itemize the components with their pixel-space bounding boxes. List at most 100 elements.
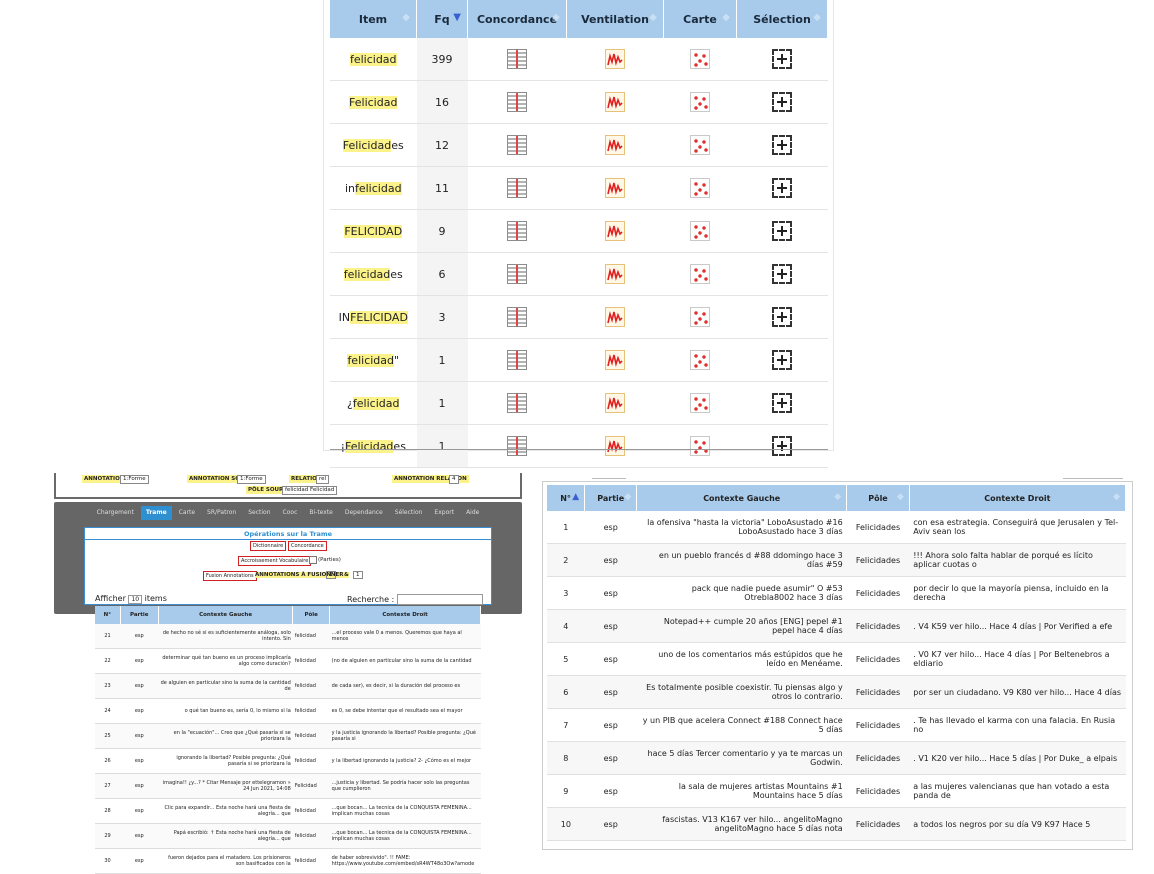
tab-bi-texte[interactable]: Bi-texte xyxy=(304,506,337,520)
tab-section[interactable]: Section xyxy=(243,506,275,520)
map-icon[interactable] xyxy=(690,436,710,456)
item-cell[interactable]: INFELICIDAD xyxy=(330,295,417,339)
tab-export[interactable]: Export xyxy=(429,506,459,520)
selection-icon[interactable] xyxy=(772,393,792,413)
row-contexte-droit: !!! Ahora solo falta hablar de porqué es… xyxy=(909,543,1126,577)
accroissement-button[interactable]: Accroissement Vocabulaire xyxy=(238,556,312,566)
map-icon[interactable] xyxy=(690,221,710,241)
header-n[interactable]: N° xyxy=(95,606,121,624)
header-concordance[interactable]: Concordance ◆ xyxy=(467,0,567,38)
concordance-icon[interactable] xyxy=(507,436,527,456)
pole-source-input[interactable]: felicidad Felicidad xyxy=(282,486,338,495)
item-cell[interactable]: ¿felicidad xyxy=(330,381,417,425)
ventilation-icon[interactable] xyxy=(605,178,625,198)
table-row: 22 esp determinar qué tan bueno es un proc… xyxy=(95,648,481,674)
item-highlight: felicidad xyxy=(343,267,391,281)
dictionnaire-button[interactable]: Dictionnaire xyxy=(250,541,287,551)
header-pole[interactable]: Pôle ◆ xyxy=(846,485,910,511)
sortie-select[interactable]: 1:Forme xyxy=(237,475,266,484)
header-item[interactable]: Item ◆ xyxy=(330,0,417,38)
selection-icon[interactable] xyxy=(772,49,792,69)
tab-dependance[interactable]: Dependance xyxy=(340,506,388,520)
concordance-icon[interactable] xyxy=(507,393,527,413)
fusion-b-select[interactable]: 1 xyxy=(353,571,363,579)
item-cell[interactable]: felicidad xyxy=(330,38,417,81)
map-icon[interactable] xyxy=(690,393,710,413)
table-row: 25 esp en la "ecuación"... Creo que ¿Qué p… xyxy=(95,723,481,749)
header-selection[interactable]: Sélection ◆ xyxy=(736,0,828,38)
ventilation-icon[interactable] xyxy=(605,350,625,370)
ventilation-icon[interactable] xyxy=(605,307,625,327)
header-carte[interactable]: Carte ◆ xyxy=(663,0,737,38)
annotation-select[interactable]: 1:Forme xyxy=(120,475,149,484)
concordance-icon[interactable] xyxy=(507,178,527,198)
page-length-select[interactable]: 10 xyxy=(128,595,143,604)
header-pole[interactable]: Pôle xyxy=(292,606,331,624)
ventilation-icon[interactable] xyxy=(605,393,625,413)
item-cell[interactable]: felicidades xyxy=(330,252,417,296)
fusion-button[interactable]: Fusion Annotations xyxy=(203,571,257,581)
relation-annotation-input[interactable]: 4 xyxy=(449,475,459,484)
map-icon[interactable] xyxy=(690,92,710,112)
header-partie[interactable]: Partie ◆ xyxy=(584,485,638,511)
header-fq[interactable]: Fq ▼ xyxy=(416,0,468,38)
concordance-table: N° ▲ Partie ◆ Contexte Gauche ◆ Pôle ◆ Conte… xyxy=(547,485,1127,841)
tab-trame[interactable]: Trame xyxy=(140,506,172,520)
item-cell[interactable]: Felicidades xyxy=(330,123,417,167)
item-cell[interactable]: infelicidad xyxy=(330,166,417,210)
tab-chargement[interactable]: Chargement xyxy=(92,506,139,520)
fusion-a-select[interactable]: 1 xyxy=(326,571,336,579)
tab-s-lection[interactable]: Sélection xyxy=(390,506,428,520)
ventilation-icon[interactable] xyxy=(605,135,625,155)
item-cell[interactable]: FELICIDAD xyxy=(330,209,417,253)
map-icon[interactable] xyxy=(690,49,710,69)
tab-cooc[interactable]: Cooc xyxy=(278,506,303,520)
selection-icon[interactable] xyxy=(772,221,792,241)
ventilation-icon[interactable] xyxy=(605,92,625,112)
header-contexte-gauche[interactable]: Contexte Gauche ◆ xyxy=(636,485,848,511)
header-contexte-gauche[interactable]: Contexte Gauche xyxy=(158,606,294,624)
header-partie[interactable]: Partie xyxy=(120,606,159,624)
concordance-icon[interactable] xyxy=(507,350,527,370)
selection-icon[interactable] xyxy=(772,350,792,370)
concordance-icon[interactable] xyxy=(507,221,527,241)
ventilation-icon[interactable] xyxy=(605,436,625,456)
selection-icon[interactable] xyxy=(772,178,792,198)
selection-icon[interactable] xyxy=(772,436,792,456)
concordance-icon[interactable] xyxy=(507,135,527,155)
frequency-cell: 6 xyxy=(416,252,468,296)
relation-input[interactable]: rel xyxy=(316,475,330,484)
concordance-icon[interactable] xyxy=(507,307,527,327)
map-icon[interactable] xyxy=(690,307,710,327)
item-cell[interactable]: ¡Felicidades xyxy=(330,424,417,468)
selection-icon[interactable] xyxy=(772,307,792,327)
concordance-icon[interactable] xyxy=(507,92,527,112)
tab-carte[interactable]: Carte xyxy=(174,506,200,520)
header-ventilation[interactable]: Ventilation ◆ xyxy=(566,0,664,38)
parties-checkbox[interactable] xyxy=(309,556,317,564)
search-input[interactable] xyxy=(396,594,483,605)
selection-icon[interactable] xyxy=(772,135,792,155)
map-icon[interactable] xyxy=(690,264,710,284)
header-contexte-droit[interactable]: Contexte Droit xyxy=(329,606,481,624)
tab-sr-patron[interactable]: SR/Patron xyxy=(202,506,241,520)
ventilation-icon[interactable] xyxy=(605,264,625,284)
header-n[interactable]: N° ▲ xyxy=(547,485,586,511)
selection-icon[interactable] xyxy=(772,92,792,112)
tab-aide[interactable]: Aide xyxy=(461,506,484,520)
item-cell[interactable]: felicidad" xyxy=(330,338,417,382)
header-contexte-droit[interactable]: Contexte Droit ◆ xyxy=(909,485,1127,511)
map-icon[interactable] xyxy=(690,135,710,155)
concordance-icon[interactable] xyxy=(507,49,527,69)
selection-icon[interactable] xyxy=(772,264,792,284)
item-cell[interactable]: Felicidad xyxy=(330,80,417,124)
concordance-button[interactable]: Concordance xyxy=(288,541,327,551)
item-highlight: felicidad xyxy=(352,396,400,410)
map-icon[interactable] xyxy=(690,178,710,198)
table-row: 10 esp fascistas. V13 K167 ver hilo... ang… xyxy=(547,807,1126,841)
map-icon[interactable] xyxy=(690,350,710,370)
ventilation-icon[interactable] xyxy=(605,49,625,69)
ventilation-icon[interactable] xyxy=(605,221,625,241)
row-contexte-gauche: la sala de mujeres artistas Mountains #1… xyxy=(636,774,847,808)
concordance-icon[interactable] xyxy=(507,264,527,284)
